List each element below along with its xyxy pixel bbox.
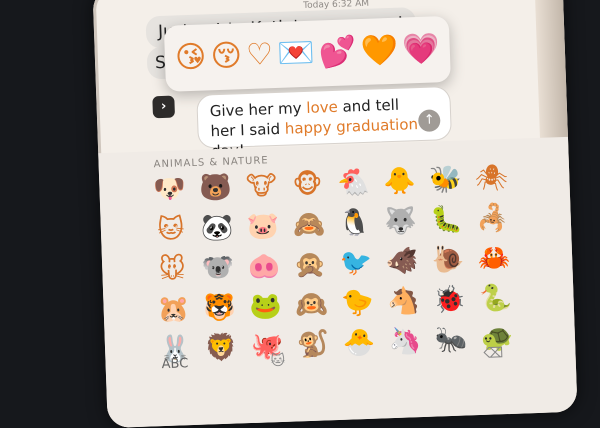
abc-keyboard-button[interactable]: ABC: [161, 356, 188, 372]
emoji-key[interactable]: 🐜: [428, 320, 473, 360]
emoji-key[interactable]: 🦀: [471, 239, 516, 279]
emoji-key[interactable]: 🐨: [196, 248, 241, 288]
emoji-key[interactable]: 🙊: [288, 245, 333, 285]
delete-icon[interactable]: ⌫: [483, 345, 503, 362]
emoji-key[interactable]: 🐸: [243, 287, 288, 327]
emoji-key[interactable]: 🐌: [426, 240, 471, 280]
message-input[interactable]: Give her my love and tell her I said hap…: [196, 85, 452, 160]
emoji-suggestion[interactable]: 😚: [210, 38, 242, 74]
emoji-key[interactable]: 🐺: [378, 202, 423, 242]
emoji-category-animals-icon[interactable]: 🐱: [270, 353, 285, 370]
send-arrow-icon[interactable]: ↑: [417, 109, 441, 133]
emoji-replaceable-word[interactable]: happy graduation: [284, 115, 418, 138]
emoji-key[interactable]: 🙈: [286, 205, 331, 245]
emoji-suggestion[interactable]: 💗: [402, 31, 441, 67]
phone-screen: Today 6:32 AM Just got to Katie's ceremo…: [92, 0, 578, 428]
text-run: Give her my: [209, 98, 307, 121]
emoji-key[interactable]: 🐯: [197, 288, 242, 328]
emoji-key[interactable]: 🐗: [380, 242, 425, 282]
emoji-grid: 🐶 🐻 🐮 🐵 🐔 🐥 🐝 🕷 🐱 🐼 🐷 🙈 🐧 🐺 🐛 🦂 🐭 🐨 🐽 🙊 🐦 🐗 🐌 🦀 🐹 🐯 🐸 🙉 🐤 🐴 🐞 🐍 🐰 🦁 🐙 🐒 🐣 🦄 🐜 🐢: [147, 159, 520, 370]
emoji-key[interactable]: 🐴: [381, 282, 426, 322]
emoji-key[interactable]: 🐍: [473, 279, 518, 319]
emoji-key[interactable]: 🐵: [285, 165, 330, 205]
emoji-key[interactable]: 🦄: [382, 322, 427, 362]
emoji-key[interactable]: 🐱: [148, 210, 193, 250]
emoji-key[interactable]: 🐼: [194, 208, 239, 248]
emoji-key[interactable]: 🐛: [424, 200, 469, 240]
emoji-key[interactable]: 🐞: [427, 280, 472, 320]
emoji-key[interactable]: 🐣: [336, 323, 381, 363]
emoji-key[interactable]: 🕷: [469, 159, 514, 199]
emoji-suggestion-popup: 😘 😚 ♡ 💌 💕 🧡 💗: [163, 15, 451, 92]
emoji-key[interactable]: 🐦: [334, 244, 379, 284]
emoji-replaceable-word[interactable]: love: [306, 98, 338, 117]
emoji-key[interactable]: 🐻: [193, 168, 238, 208]
emoji-key[interactable]: 🐥: [377, 162, 422, 202]
emoji-key[interactable]: 🐔: [331, 164, 376, 204]
emoji-key[interactable]: 🐝: [423, 160, 468, 200]
emoji-key[interactable]: 🙉: [289, 285, 334, 325]
emoji-suggestion[interactable]: 💕: [318, 34, 357, 70]
emoji-suggestion[interactable]: 😘: [174, 39, 206, 75]
emoji-key[interactable]: 🐒: [290, 325, 335, 365]
emoji-suggestion[interactable]: 💌: [277, 36, 316, 72]
emoji-key[interactable]: 🦁: [198, 328, 243, 368]
emoji-key[interactable]: 🐶: [147, 170, 192, 210]
emoji-key[interactable]: 🦂: [470, 199, 515, 239]
emoji-key[interactable]: 🐮: [239, 167, 284, 207]
emoji-key[interactable]: 🐽: [242, 247, 287, 287]
emoji-key[interactable]: 🐹: [151, 290, 196, 330]
emoji-key[interactable]: 🐤: [335, 284, 380, 324]
emoji-key[interactable]: 🐧: [332, 204, 377, 244]
emoji-suggestion[interactable]: 🧡: [360, 33, 399, 69]
emoji-keyboard: ANIMALS & NATURE 🐶 🐻 🐮 🐵 🐔 🐥 🐝 🕷 🐱 🐼 🐷 🙈 🐧 🐺 🐛 🦂 🐭 🐨 🐽 🙊 🐦 🐗 🐌…: [98, 136, 578, 428]
apps-chevron-icon[interactable]: ›: [152, 95, 176, 119]
emoji-key[interactable]: 🐭: [150, 250, 195, 290]
emoji-suggestion[interactable]: ♡: [246, 37, 274, 73]
emoji-key[interactable]: 🐷: [240, 207, 285, 247]
